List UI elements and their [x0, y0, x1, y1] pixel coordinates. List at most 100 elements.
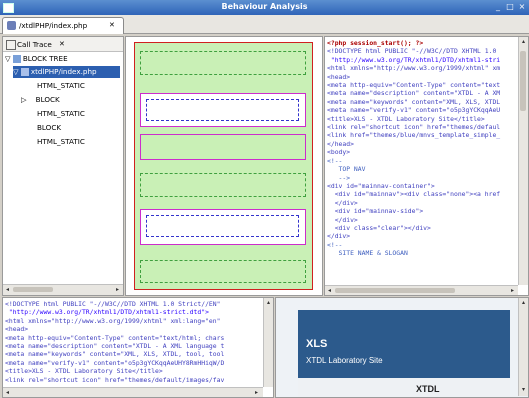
code-line: <html xmlns="http://www.w3.org/1999/xhtm… [327, 64, 501, 73]
scroll-down-icon[interactable]: ▾ [520, 386, 527, 393]
code-line: <meta name="verify-v1" content="o5p3gYCK… [327, 106, 501, 115]
restore-button[interactable]: □ [505, 2, 515, 12]
code-line: <div id="mainnav-container"> [327, 181, 435, 190]
expand-arrow-icon[interactable]: ▷ [21, 95, 36, 104]
call-trace-icon [6, 40, 16, 50]
layout-inner-block[interactable] [146, 215, 299, 237]
code-line: <!DOCTYPE html PUBLIC "-//W3C//DTD XHTML… [327, 47, 497, 56]
scroll-up-icon[interactable]: ▴ [520, 38, 527, 45]
tree-item-block[interactable]: BLOCK [37, 122, 61, 134]
tree-item-block-tree[interactable]: ▽ BLOCK TREE [5, 53, 68, 65]
code-line: <meta http-equiv="Content-Type" content=… [327, 81, 501, 90]
scroll-left-icon[interactable]: ◂ [4, 389, 11, 396]
collapse-arrow-icon[interactable]: ▽ [13, 67, 21, 76]
window-title: Behaviour Analysis [221, 2, 308, 11]
source-code-text[interactable]: <?php session_start(); ?> <!DOCTYPE html … [327, 39, 519, 283]
code-line: </div> [327, 232, 351, 241]
code-line: "http://www.w3.org/TR/xhtml1/DTD/xhtml1-… [327, 55, 501, 64]
layout-block[interactable] [140, 51, 306, 75]
scroll-thumb[interactable] [520, 51, 526, 111]
code-line: <link rel="shortcut icon" href="themes/d… [5, 375, 225, 384]
code-line: --> [327, 173, 351, 182]
layout-block-static[interactable] [140, 134, 306, 160]
source-code-panel: <?php session_start(); ?> <!DOCTYPE html … [324, 36, 529, 296]
page-layout-outline [134, 42, 313, 290]
code-line: <meta name="keywords" content="XML, XLS,… [327, 97, 501, 106]
preview-footer-label: XTDL [416, 384, 440, 394]
scroll-right-icon[interactable]: ▸ [114, 286, 121, 293]
code-line: "http://www.w3.org/TR/xhtml1/DTD/xhtml1-… [5, 308, 209, 317]
code-line: <title>XLS - XTDL Laboratory Site</title… [327, 114, 485, 123]
code-line: <meta name="keywords" content="XML, XLS,… [5, 350, 225, 359]
php-file-icon [7, 21, 16, 30]
horizontal-scrollbar[interactable]: ◂ ▸ [3, 387, 263, 397]
preview-site-title: XLS [306, 338, 328, 350]
tree-item-index-php[interactable]: ▽ xtdlPHP/index.php [13, 66, 120, 78]
code-line: <meta name="description" content="XTDL -… [5, 342, 225, 351]
layout-inner-block[interactable] [146, 99, 299, 121]
layout-block-selected[interactable] [140, 93, 306, 127]
horizontal-scrollbar[interactable]: ◂ ▸ [325, 285, 518, 295]
editor-tab[interactable]: /xtdlPHP/index.php ✕ [2, 17, 124, 34]
tree-item-block[interactable]: ▷ BLOCK [21, 94, 60, 106]
code-line: <link href="themes/blue/mnvs_template_si… [327, 131, 501, 140]
source-preview-text[interactable]: <!DOCTYPE html PUBLIC "-//W3C//DTD XHTML… [5, 300, 261, 386]
layout-block[interactable] [140, 260, 306, 283]
code-line: <div id="mainnav"><div class="none"><a h… [327, 190, 501, 199]
layout-block-selected[interactable] [140, 209, 306, 245]
preview-header-banner: XLS XTDL Laboratory Site XTDL [298, 310, 510, 397]
code-line: </head> [327, 139, 354, 148]
code-line: SITE NAME & SLOGAN [327, 249, 408, 258]
code-line: <title>XLS - XTDL Laboratory Site</title… [5, 367, 163, 376]
code-line: <link rel="shortcut icon" href="themes/d… [327, 123, 501, 132]
file-icon [20, 68, 29, 76]
scroll-right-icon[interactable]: ▸ [253, 389, 260, 396]
code-line: <meta name="verify-v1" content="o5p3gYCK… [5, 358, 225, 367]
close-button[interactable]: × [517, 2, 527, 12]
tree-item-html-static[interactable]: HTML_STATIC [37, 108, 85, 120]
code-line: <!DOCTYPE html PUBLIC "-//W3C//DTD XHTML… [5, 300, 221, 308]
preview-content-area: XTDL [298, 378, 510, 397]
code-line: TOP NAV [327, 165, 366, 174]
block-icon [12, 55, 21, 63]
code-line: <head> [5, 325, 29, 334]
vertical-scrollbar[interactable]: ▴ ▾ [518, 298, 528, 396]
scroll-left-icon[interactable]: ◂ [326, 287, 333, 294]
scroll-left-icon[interactable]: ◂ [4, 286, 11, 293]
scroll-thumb[interactable] [335, 288, 455, 293]
code-line: <head> [327, 72, 351, 81]
tree-item-html-static[interactable]: HTML_STATIC [37, 136, 85, 148]
page-preview-panel: XLS XTDL Laboratory Site XTDL ▴ ▾ [275, 297, 529, 398]
code-line: <div id="mainnav-side"> [327, 207, 424, 216]
vertical-scrollbar[interactable]: ▴ [263, 298, 273, 387]
tree-item-html-static[interactable]: HTML_STATIC [37, 80, 85, 92]
scroll-up-icon[interactable]: ▴ [265, 299, 272, 306]
window-titlebar: Behaviour Analysis _ □ × [0, 0, 529, 15]
source-preview-panel: <!DOCTYPE html PUBLIC "-//W3C//DTD XHTML… [2, 297, 274, 398]
code-line: <meta http-equiv="Content-Type" content=… [5, 333, 225, 342]
code-line: </div> [327, 215, 358, 224]
minimize-button[interactable]: _ [493, 2, 503, 12]
scroll-thumb[interactable] [13, 287, 53, 292]
code-line: </div> [327, 198, 358, 207]
call-trace-header: Call Trace ✕ [3, 37, 123, 52]
code-line: <html xmlns="http://www.w3.org/1999/xhtm… [5, 316, 221, 325]
code-line: <!-- [327, 240, 343, 249]
tab-close-icon[interactable]: ✕ [109, 21, 115, 29]
code-line: <meta name="description" content="XTDL -… [327, 89, 501, 98]
code-line: <div class="clear"></div> [327, 223, 431, 232]
layout-view-panel [125, 36, 323, 296]
view-close-icon[interactable]: ✕ [59, 40, 65, 48]
horizontal-scrollbar[interactable]: ◂ ▸ [3, 284, 123, 295]
vertical-scrollbar[interactable]: ▴ [518, 37, 528, 285]
call-trace-tree: ▽ BLOCK TREE ▽ xtdlPHP/index.php HTML_ST… [3, 53, 123, 283]
layout-block[interactable] [140, 173, 306, 197]
call-trace-panel: Call Trace ✕ ▽ BLOCK TREE ▽ xtdlPHP/inde… [2, 36, 124, 296]
scroll-up-icon[interactable]: ▴ [520, 299, 527, 306]
scroll-right-icon[interactable]: ▸ [509, 287, 516, 294]
code-line: <?php session_start(); ?> [327, 39, 424, 47]
code-line: <body> [327, 148, 351, 157]
editor-tab-label: /xtdlPHP/index.php [19, 21, 88, 30]
preview-site-subtitle: XTDL Laboratory Site [306, 356, 383, 365]
collapse-arrow-icon[interactable]: ▽ [5, 54, 13, 63]
